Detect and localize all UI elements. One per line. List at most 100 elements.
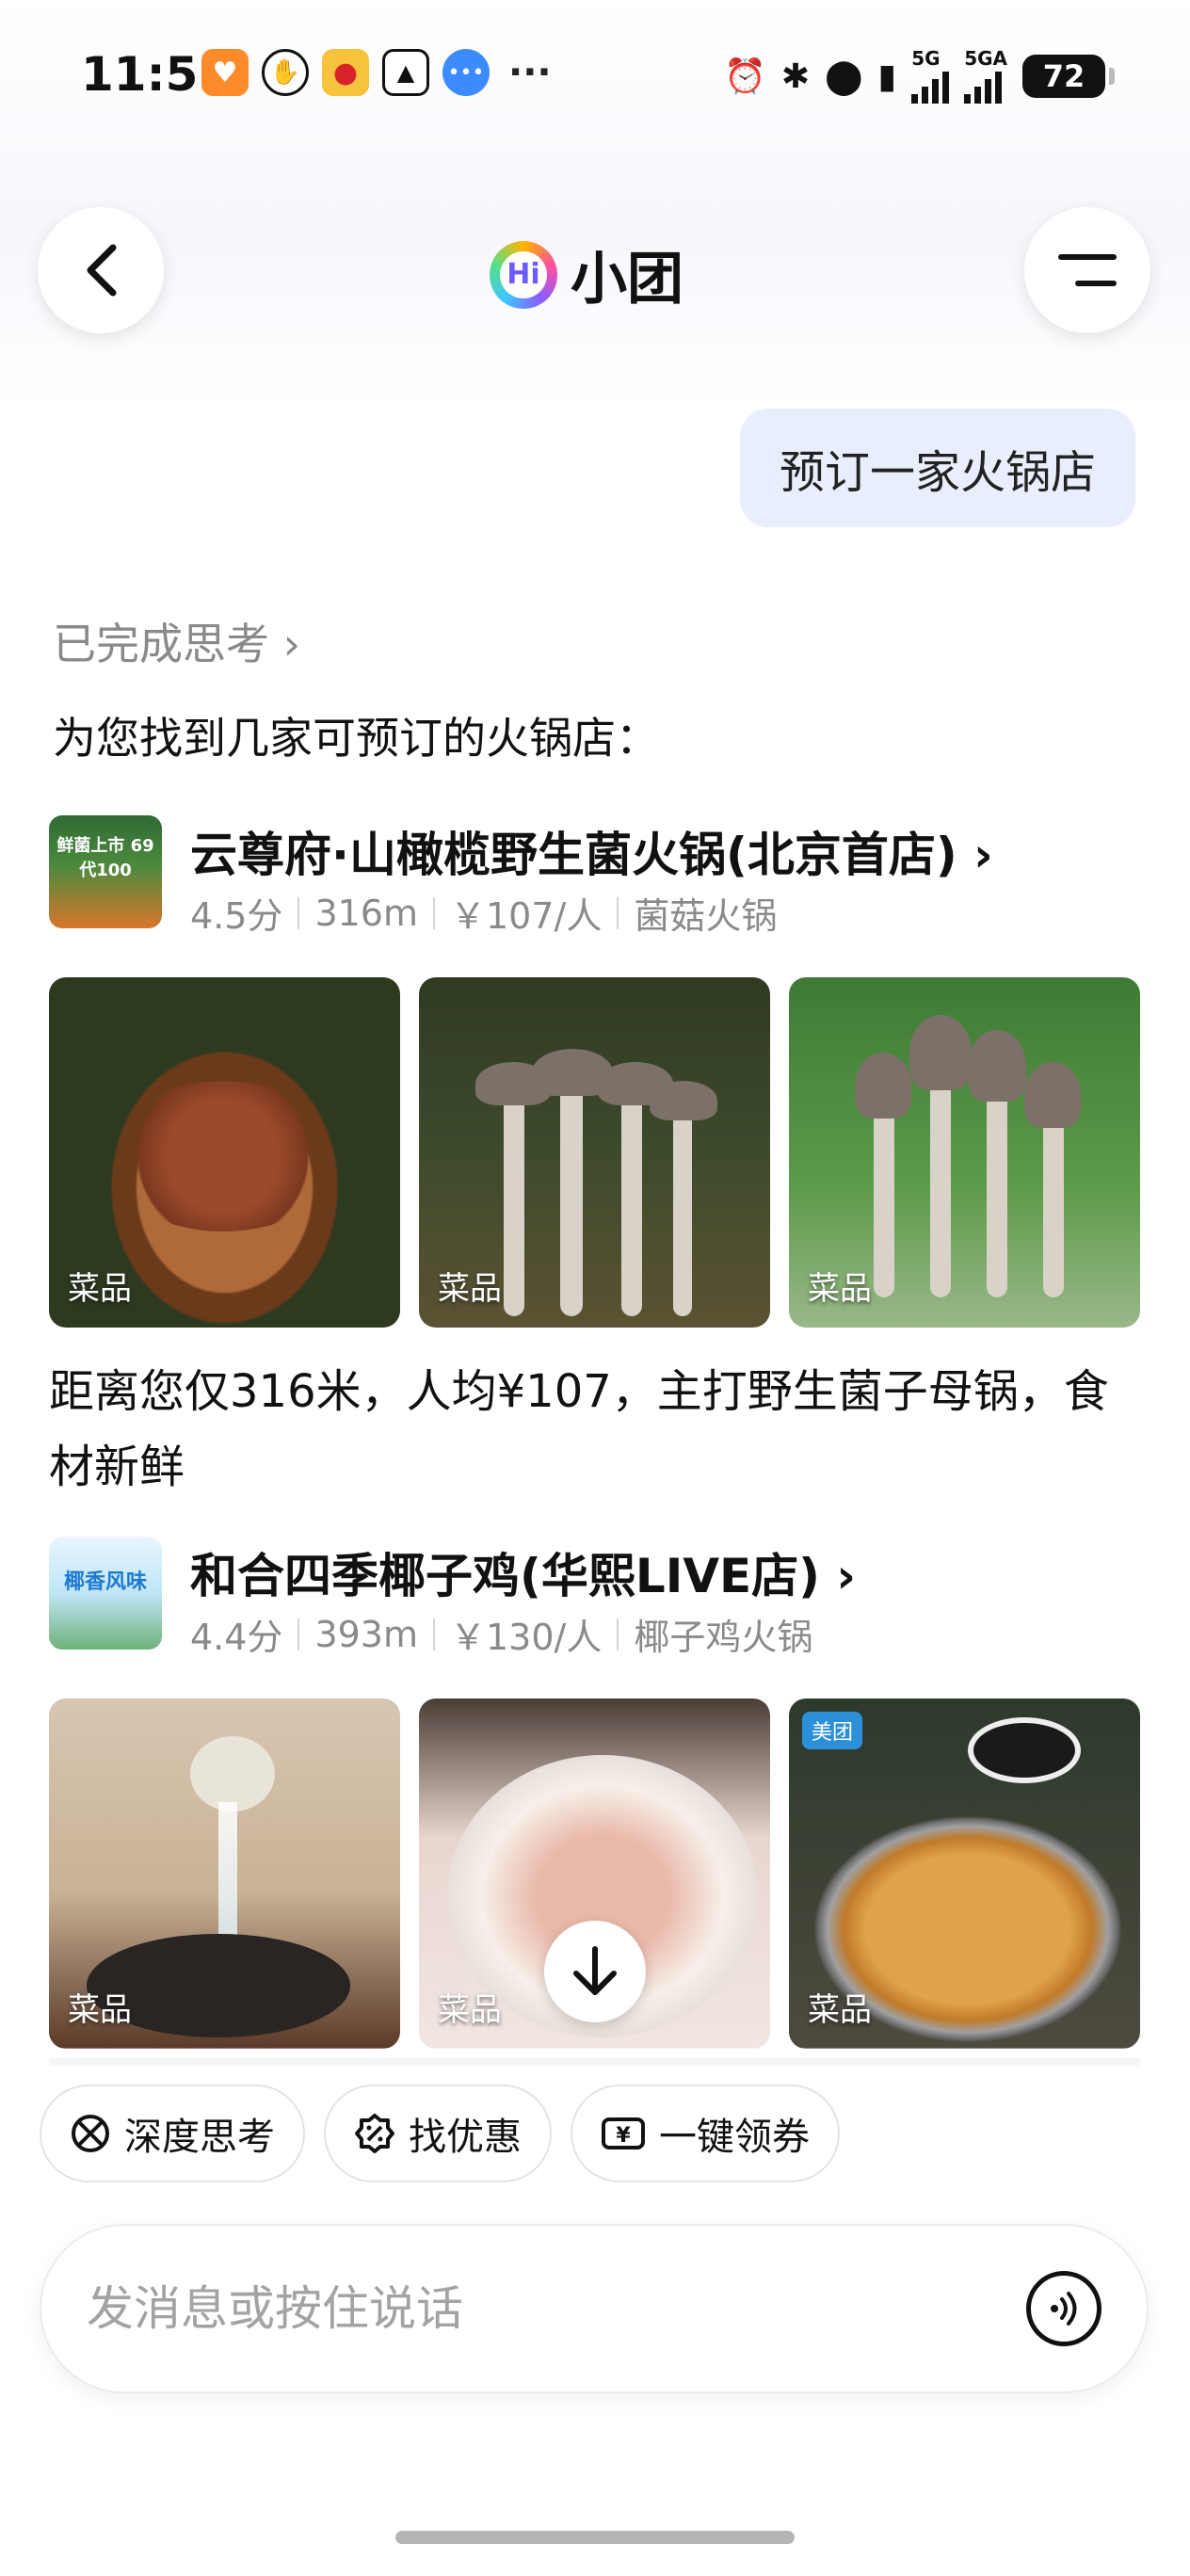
app-logo-icon: Hi (490, 240, 557, 309)
restaurant-price: ￥130/人 (449, 1617, 603, 1658)
home-indicator[interactable] (395, 2531, 795, 2544)
heart-app-icon: ♥ (201, 49, 249, 96)
image-alert-icon: ▲ (382, 49, 429, 96)
divider (298, 1618, 300, 1650)
coupon-chip[interactable]: ¥ 一键领券 (571, 2085, 840, 2182)
photo-tag: 菜品 (68, 1270, 132, 1308)
restaurant-meta: 4.5分 316m ￥107/人 菌菇火锅 (190, 887, 777, 939)
status-bar: 11:51 ♥ ✋ ● ▲ ••• ··· ⏰ ✱ ⬤ ▮ 5G 5GA 72 (0, 0, 1190, 151)
mushroom-stem (504, 1090, 524, 1316)
message-icon: ••• (442, 49, 490, 96)
dish-photo[interactable]: 菜品 (419, 977, 770, 1328)
mushroom-cap (855, 1053, 911, 1119)
alarm-icon: ⏰ (724, 57, 766, 96)
photo-tag: 菜品 (808, 1991, 872, 2029)
user-message-bubble: 预订一家火锅店 (739, 409, 1135, 527)
network-type-2: 5GA (964, 47, 1007, 70)
weibo-icon: ● (322, 49, 369, 96)
quick-action-chips: 深度思考 找优惠 ¥ 一键领券 (40, 2085, 840, 2182)
restaurant-description: 距离您仅316米，人均¥107，主打野生菌子母锅，食材新鲜 (49, 1365, 1109, 1493)
restaurant-category: 椰子鸡火锅 (634, 1617, 813, 1658)
dish-photo[interactable]: 美团 菜品 (789, 1699, 1140, 2049)
divider (617, 896, 619, 929)
photo-tag: 菜品 (438, 1991, 502, 2029)
mushroom-cap (1024, 1062, 1081, 1128)
mushroom-stem (621, 1090, 642, 1316)
back-button[interactable] (38, 207, 164, 333)
divider (432, 1618, 435, 1650)
more-notifications-icon: ··· (508, 51, 552, 94)
restaurant-distance: 316m (314, 892, 418, 934)
divider (298, 896, 300, 929)
message-input-bar (40, 2224, 1149, 2393)
restaurant-distance: 393m (314, 1613, 418, 1655)
assistant-intro-text: 为您找到几家可预订的火锅店： (53, 713, 659, 764)
screen: 11:51 ♥ ✋ ● ▲ ••• ··· ⏰ ✱ ⬤ ▮ 5G 5GA 72 (0, 0, 1190, 2576)
restaurant-category: 菌菇火锅 (634, 895, 778, 937)
restaurant-rating: 4.4分 (190, 1617, 283, 1658)
signal-1: 5G (911, 47, 950, 104)
dish-photos: 菜品 菜品 菜品 (49, 977, 1140, 1328)
bluetooth-icon: ✱ (780, 56, 811, 96)
vibrate-icon: ▮ (877, 56, 897, 96)
restaurant-header[interactable]: 鲜菌上市 69代100 云尊府·山橄榄野生菌火锅(北京首店) › 4.5分 31… (49, 815, 1141, 938)
arrow-down-icon (573, 1946, 617, 1995)
dish-photo[interactable]: 菜品 (49, 1699, 400, 2049)
dish-photo[interactable]: 菜品 (789, 977, 1140, 1328)
system-icons: ⏰ ✱ ⬤ ▮ 5G 5GA 72 (724, 47, 1115, 104)
sauce-bowl-image (968, 1717, 1081, 1783)
mushroom-cap (968, 1030, 1026, 1102)
restaurant-meta: 4.4分 393m ￥130/人 椰子鸡火锅 (190, 1608, 812, 1660)
mushroom-bowl-image (105, 1081, 341, 1232)
network-type-1: 5G (911, 47, 941, 70)
restaurant-logo-text: 椰香风味 (63, 1570, 147, 1594)
menu-button[interactable] (1024, 207, 1150, 333)
deep-think-chip[interactable]: 深度思考 (40, 2085, 305, 2182)
photo-tag: 菜品 (68, 1991, 132, 2029)
signal-2: 5GA (964, 49, 1007, 104)
thinking-status-link[interactable]: 已完成思考 › (53, 610, 300, 672)
app-logo-text: Hi (500, 250, 547, 298)
mushroom-cap (909, 1015, 972, 1090)
coupon-icon: ¥ (602, 2117, 645, 2149)
restaurant-card: 椰香风味 和合四季椰子鸡(华熙LIVE店) › 4.4分 393m ￥130/人… (49, 1537, 1141, 2049)
voice-button[interactable] (1026, 2271, 1102, 2346)
restaurant-header[interactable]: 椰香风味 和合四季椰子鸡(华熙LIVE店) › 4.4分 393m ￥130/人… (49, 1537, 1141, 1659)
deep-think-icon (72, 2115, 109, 2152)
restaurant-name[interactable]: 和合四季椰子鸡(华熙LIVE店) › (190, 1538, 856, 1606)
message-input[interactable] (87, 2281, 1026, 2336)
divider (432, 896, 435, 929)
chip-label: 一键领券 (659, 2116, 810, 2159)
restaurant-logo: 鲜菌上市 69代100 (49, 815, 162, 928)
svg-text:¥: ¥ (616, 2124, 631, 2148)
notification-icons: ♥ ✋ ● ▲ ••• ··· (201, 49, 552, 96)
restaurant-price: ￥107/人 (449, 895, 603, 937)
restaurant-logo-text: 鲜菌上市 69代100 (56, 836, 154, 880)
chip-label: 深度思考 (124, 2116, 275, 2159)
location-icon: ⬤ (825, 56, 863, 96)
scroll-down-button[interactable] (544, 1921, 646, 2022)
photo-tag: 菜品 (808, 1270, 872, 1308)
pouring-water-image (218, 1802, 237, 1953)
coconut-image (190, 1736, 275, 1811)
battery-indicator: 72 (1022, 55, 1115, 98)
discount-icon (355, 2114, 394, 2153)
mushroom-stem (673, 1109, 692, 1316)
mushroom-cap (650, 1081, 717, 1120)
hand-icon: ✋ (262, 49, 309, 96)
restaurant-rating: 4.5分 (190, 895, 283, 937)
restaurant-name[interactable]: 云尊府·山橄榄野生菌火锅(北京首店) › (190, 817, 993, 885)
chevron-left-icon (87, 244, 117, 297)
divider (617, 1618, 619, 1650)
discount-chip[interactable]: 找优惠 (324, 2085, 552, 2182)
menu-icon (1058, 254, 1117, 286)
dish-photo[interactable]: 菜品 (49, 977, 400, 1328)
restaurant-logo: 椰香风味 (49, 1537, 162, 1650)
voice-wave-icon (1051, 2292, 1077, 2326)
chip-label: 找优惠 (409, 2116, 522, 2159)
restaurant-card: 鲜菌上市 69代100 云尊府·山橄榄野生菌火锅(北京首店) › 4.5分 31… (49, 815, 1141, 1493)
watermark-logo: 美团 (802, 1712, 863, 1749)
app-title: Hi 小团 (490, 233, 683, 315)
photo-tag: 菜品 (438, 1270, 502, 1308)
content-fade (0, 2048, 1190, 2085)
